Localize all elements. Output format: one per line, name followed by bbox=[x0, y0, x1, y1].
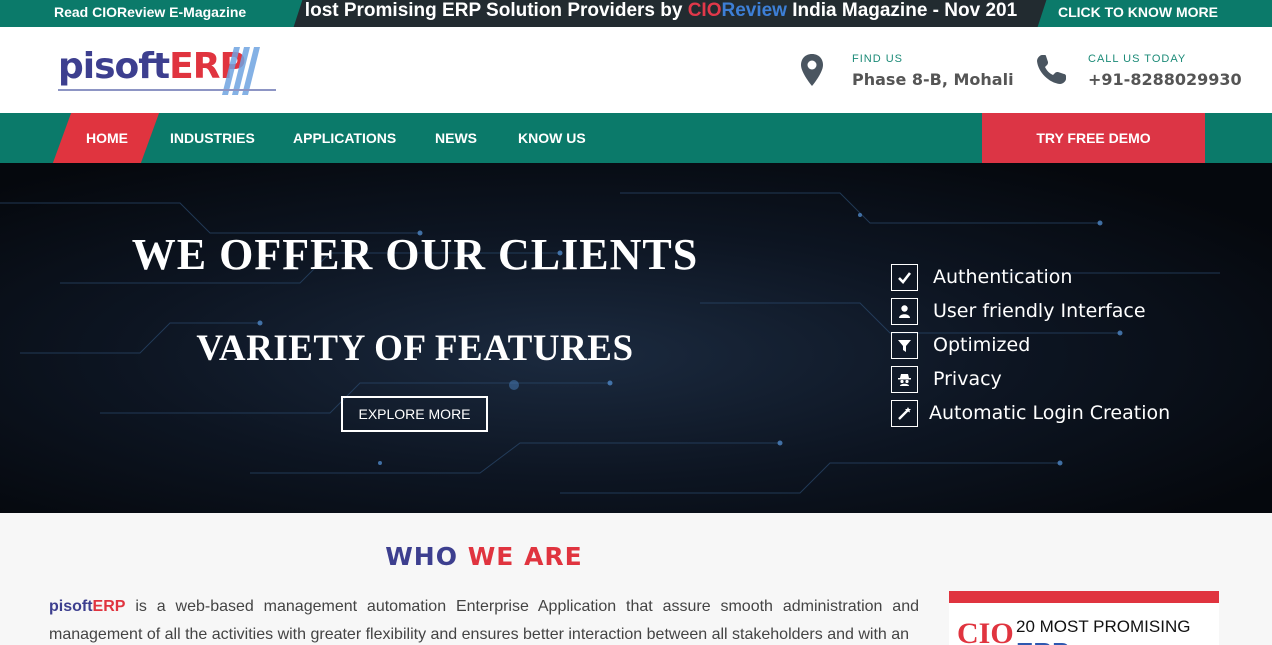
section-title-part1: WHO bbox=[385, 542, 458, 571]
ticker-before: lost Promising ERP Solution Providers by bbox=[304, 0, 688, 21]
hero-title-line2: VARIETY OF FEATURES bbox=[196, 328, 634, 369]
nav-item-applications[interactable]: APPLICATIONS bbox=[293, 130, 396, 146]
find-us-label: FIND US bbox=[852, 53, 903, 65]
announcement-bar: Read CIOReview E-Magazine lost Promising… bbox=[0, 0, 1272, 27]
award-cio-mark: CIO bbox=[957, 617, 1014, 645]
find-us-address: Phase 8-B, Mohali bbox=[852, 70, 1014, 89]
about-body-text: is a web-based management automation Ent… bbox=[49, 598, 919, 643]
who-we-are-section: WHO WE ARE pisoftERP is a web-based mana… bbox=[0, 513, 1272, 645]
ticker-review: Review bbox=[721, 0, 787, 21]
site-logo[interactable]: pisoftERP bbox=[58, 45, 283, 97]
emagazine-link[interactable]: Read CIOReview E-Magazine bbox=[54, 4, 246, 20]
nav-item-home[interactable]: HOME bbox=[86, 130, 128, 146]
feature-label: Automatic Login Creation bbox=[929, 402, 1171, 424]
award-erp-text: ERP bbox=[1016, 637, 1069, 645]
logo-underline bbox=[58, 89, 276, 91]
feature-label: User friendly Interface bbox=[933, 300, 1146, 322]
logo-part-pisoft: pisoft bbox=[58, 46, 170, 87]
user-icon bbox=[891, 298, 918, 325]
nav-item-news[interactable]: NEWS bbox=[435, 130, 477, 146]
site-header: pisoftERP FIND US Phase 8-B, Mohali CALL… bbox=[0, 27, 1272, 113]
find-us-block: FIND US Phase 8-B, Mohali bbox=[800, 27, 1014, 113]
call-us-label: CALL US TODAY bbox=[1088, 53, 1187, 65]
about-brand-pisoft: pisoft bbox=[49, 598, 93, 615]
call-us-block: CALL US TODAY +91-8288029930 bbox=[1036, 27, 1242, 113]
feature-label: Authentication bbox=[933, 266, 1073, 288]
ticker-after: India Magazine - Nov 201 bbox=[786, 0, 1018, 21]
ticker-text: lost Promising ERP Solution Providers by… bbox=[305, 0, 1017, 22]
cioreview-award-image[interactable]: CIO 20 MOST PROMISING ERP bbox=[949, 591, 1219, 645]
main-nav: HOME INDUSTRIES APPLICATIONS NEWS KNOW U… bbox=[0, 113, 1272, 163]
know-more-link[interactable]: CLICK TO KNOW MORE bbox=[1058, 4, 1218, 20]
phone-icon bbox=[1037, 55, 1066, 84]
award-top-bar bbox=[949, 591, 1219, 603]
map-marker-icon bbox=[801, 54, 823, 86]
nav-item-industries[interactable]: INDUSTRIES bbox=[170, 130, 255, 146]
section-title: WHO WE ARE bbox=[0, 542, 968, 571]
about-paragraph: pisoftERP is a web-based management auto… bbox=[49, 593, 919, 645]
spy-icon bbox=[891, 366, 918, 393]
explore-more-button[interactable]: EXPLORE MORE bbox=[341, 396, 488, 432]
call-us-phone[interactable]: +91-8288029930 bbox=[1088, 70, 1242, 89]
try-free-demo-button[interactable]: TRY FREE DEMO bbox=[982, 113, 1205, 163]
logo-stripes-icon bbox=[222, 47, 260, 95]
hero-title-line1: WE OFFER OUR CLIENTS bbox=[131, 230, 699, 279]
about-brand-erp: ERP bbox=[92, 598, 126, 615]
ticker-cio: CIO bbox=[687, 0, 722, 21]
check-icon bbox=[891, 264, 918, 291]
feature-label: Optimized bbox=[933, 334, 1031, 356]
magic-wand-icon bbox=[891, 400, 918, 427]
feature-label: Privacy bbox=[933, 368, 1002, 390]
section-title-part2: WE ARE bbox=[467, 542, 583, 571]
nav-item-know-us[interactable]: KNOW US bbox=[518, 130, 586, 146]
hero-banner: WE OFFER OUR CLIENTS VARIETY OF FEATURES… bbox=[0, 163, 1272, 513]
news-ticker[interactable]: lost Promising ERP Solution Providers by… bbox=[293, 0, 1047, 27]
filter-icon bbox=[891, 332, 918, 359]
award-headline: 20 MOST PROMISING bbox=[1016, 617, 1191, 636]
